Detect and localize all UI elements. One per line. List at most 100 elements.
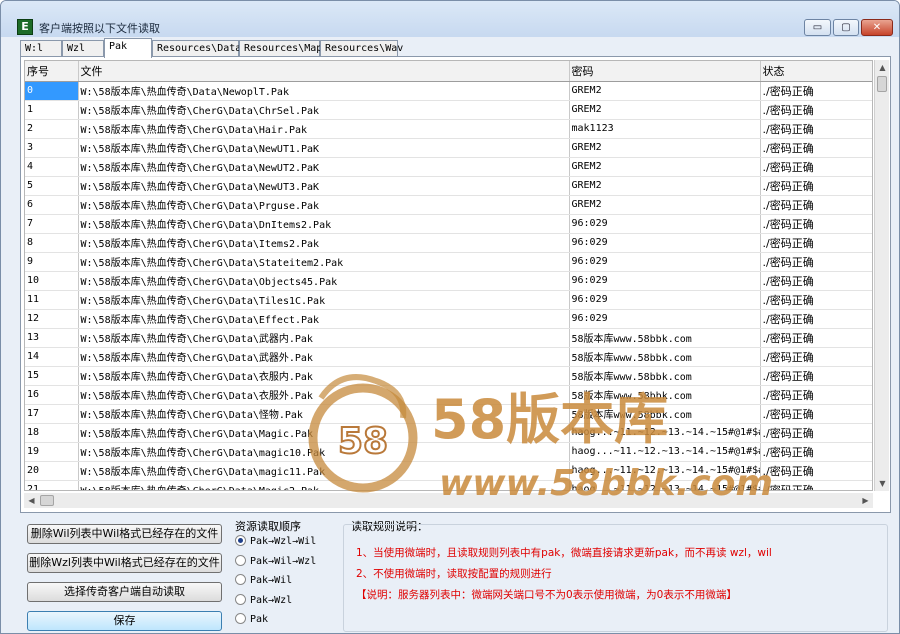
cell-file[interactable]: W:\58版本库\热血传奇\CherG\Data\Stateitem2.Pak: [78, 252, 570, 272]
cell-file[interactable]: W:\58版本库\热血传奇\CherG\Data\Prguse.Pak: [78, 195, 570, 215]
cell-password[interactable]: GREM2: [569, 100, 761, 120]
maximize-button[interactable]: ▢: [833, 19, 859, 36]
table-row[interactable]: 3 W:\58版本库\热血传奇\CherG\Data\NewUT1.PaK GREM…: [25, 138, 872, 158]
vertical-scrollbar[interactable]: ▲ ▼: [874, 60, 889, 491]
table-row[interactable]: 10 W:\58版本库\热血传奇\CherG\Data\Objects45.Pak…: [25, 271, 872, 291]
cell-file[interactable]: W:\58版本库\热血传奇\CherG\Data\衣服内.Pak: [78, 366, 570, 386]
cell-index[interactable]: 17: [25, 404, 79, 424]
cell-index[interactable]: 13: [25, 328, 79, 348]
cell-index[interactable]: 19: [25, 442, 79, 462]
radio-dot-icon[interactable]: [235, 613, 246, 624]
cell-status[interactable]: ./密码正确: [760, 404, 872, 424]
cell-password[interactable]: GREM2: [569, 81, 761, 101]
table-row[interactable]: 4 W:\58版本库\热血传奇\CherG\Data\NewUT2.PaK GREM…: [25, 157, 872, 177]
cell-status[interactable]: ./密码正确: [760, 271, 872, 291]
col-header-password[interactable]: 密码: [569, 61, 761, 82]
read-order-radio[interactable]: Pak→Wzl: [235, 593, 292, 609]
col-header-file[interactable]: 文件: [78, 61, 570, 82]
table-row[interactable]: 2 W:\58版本库\热血传奇\CherG\Data\Hair.Pak mak112…: [25, 119, 872, 139]
horizontal-scroll-thumb[interactable]: [40, 495, 54, 506]
table-row[interactable]: 8 W:\58版本库\热血传奇\CherG\Data\Items2.Pak 96:0…: [25, 233, 872, 253]
table-row[interactable]: 12 W:\58版本库\热血传奇\CherG\Data\Effect.Pak 96:…: [25, 309, 872, 329]
horizontal-scrollbar[interactable]: ◀ ▶: [24, 493, 873, 508]
cell-status[interactable]: ./密码正确: [760, 385, 872, 405]
table-row[interactable]: 17 W:\58版本库\热血传奇\CherG\Data\怪物.Pak 58版本库ww…: [25, 404, 872, 424]
cell-file[interactable]: W:\58版本库\热血传奇\CherG\Data\武器内.Pak: [78, 328, 570, 348]
tab-resources-map[interactable]: Resources\Map: [239, 40, 322, 57]
vertical-scroll-thumb[interactable]: [877, 76, 887, 92]
read-order-radio[interactable]: Pak: [235, 613, 268, 628]
cell-status[interactable]: ./密码正确: [760, 252, 872, 272]
cell-index[interactable]: 2: [25, 119, 79, 139]
col-header-status[interactable]: 状态: [760, 61, 872, 82]
tab-wzl[interactable]: Wzl: [62, 40, 104, 57]
cell-status[interactable]: ./密码正确: [760, 461, 872, 481]
cell-index[interactable]: 9: [25, 252, 79, 272]
table-row[interactable]: 1 W:\58版本库\热血传奇\CherG\Data\ChrSel.Pak GREM…: [25, 100, 872, 120]
cell-index[interactable]: 12: [25, 309, 79, 329]
cell-password[interactable]: haog...~11.~12.~13.~14.~15#@1#$#27: [569, 461, 761, 481]
cell-password[interactable]: 96:029: [569, 309, 761, 329]
cell-file[interactable]: W:\58版本库\热血传奇\CherG\Data\Objects45.Pak: [78, 271, 570, 291]
cell-status[interactable]: ./密码正确: [760, 195, 872, 215]
radio-dot-icon[interactable]: [235, 574, 246, 585]
cell-password[interactable]: 96:029: [569, 290, 761, 310]
cell-password[interactable]: GREM2: [569, 138, 761, 158]
cell-file[interactable]: W:\58版本库\热血传奇\CherG\Data\magic11.Pak: [78, 461, 570, 481]
cell-password[interactable]: 58版本库www.58bbk.com: [569, 328, 761, 348]
cell-index[interactable]: 7: [25, 214, 79, 234]
cell-status[interactable]: ./密码正确: [760, 423, 872, 443]
tab-resources-wav[interactable]: Resources\Wav: [320, 40, 403, 57]
cell-file[interactable]: W:\58版本库\热血传奇\CherG\Data\怪物.Pak: [78, 404, 570, 424]
cell-status[interactable]: ./密码正确: [760, 480, 872, 490]
delete-wil-button[interactable]: 删除Wil列表中Wil格式已经存在的文件: [27, 524, 222, 544]
cell-index[interactable]: 15: [25, 366, 79, 386]
read-order-radio[interactable]: Pak→Wil: [235, 574, 292, 589]
cell-password[interactable]: 58版本库www.58bbk.com: [569, 347, 761, 367]
cell-index[interactable]: 11: [25, 290, 79, 310]
cell-password[interactable]: 96:029: [569, 214, 761, 234]
cell-index[interactable]: 16: [25, 385, 79, 405]
table-row[interactable]: 18 W:\58版本库\热血传奇\CherG\Data\Magic.Pak haog…: [25, 423, 872, 443]
cell-status[interactable]: ./密码正确: [760, 347, 872, 367]
save-button[interactable]: 保存: [27, 611, 222, 631]
cell-index[interactable]: 18: [25, 423, 79, 443]
scroll-down-arrow-icon[interactable]: ▼: [875, 476, 890, 491]
table-row[interactable]: 19 W:\58版本库\热血传奇\CherG\Data\magic10.Pak ha…: [25, 442, 872, 462]
cell-file[interactable]: W:\58版本库\热血传奇\CherG\Data\衣服外.Pak: [78, 385, 570, 405]
table-row[interactable]: 9 W:\58版本库\热血传奇\CherG\Data\Stateitem2.Pak…: [25, 252, 872, 272]
cell-password[interactable]: GREM2: [569, 176, 761, 196]
cell-file[interactable]: W:\58版本库\热血传奇\CherG\Data\Effect.Pak: [78, 309, 570, 329]
radio-dot-icon[interactable]: [235, 554, 246, 566]
cell-file[interactable]: W:\58版本库\热血传奇\CherG\Data\NewUT1.PaK: [78, 138, 570, 158]
cell-status[interactable]: ./密码正确: [760, 290, 872, 310]
scroll-up-arrow-icon[interactable]: ▲: [875, 60, 890, 75]
minimize-button[interactable]: ▭: [804, 19, 831, 36]
cell-index[interactable]: 4: [25, 157, 79, 177]
cell-file[interactable]: W:\58版本库\热血传奇\CherG\Data\Hair.Pak: [78, 119, 570, 139]
close-button[interactable]: ✕: [861, 19, 893, 36]
cell-password[interactable]: 58版本库www.58bbk.com: [569, 404, 761, 424]
delete-wzl-button[interactable]: 删除Wzl列表中Wil格式已经存在的文件: [27, 553, 222, 573]
scroll-left-arrow-icon[interactable]: ◀: [24, 493, 39, 508]
tab-wil[interactable]: W:l: [20, 40, 62, 57]
cell-status[interactable]: ./密码正确: [760, 100, 872, 120]
cell-index[interactable]: 3: [25, 138, 79, 158]
cell-file[interactable]: W:\58版本库\热血传奇\CherG\Data\武器外.Pak: [78, 347, 570, 367]
auto-read-button[interactable]: 选择传奇客户端自动读取: [27, 582, 222, 602]
cell-file[interactable]: W:\58版本库\热血传奇\CherG\Data\Tiles1C.Pak: [78, 290, 570, 310]
cell-file[interactable]: W:\58版本库\热血传奇\Data\NewoplT.Pak: [78, 81, 570, 101]
cell-password[interactable]: 58版本库www.58bbk.com: [569, 385, 761, 405]
table-row[interactable]: 11 W:\58版本库\热血传奇\CherG\Data\Tiles1C.Pak 96…: [25, 290, 872, 310]
cell-password[interactable]: mak1123: [569, 119, 761, 139]
radio-dot-icon[interactable]: [235, 593, 246, 605]
table-row[interactable]: 16 W:\58版本库\热血传奇\CherG\Data\衣服外.Pak 58版本库w…: [25, 385, 872, 405]
table-row[interactable]: 5 W:\58版本库\热血传奇\CherG\Data\NewUT3.PaK GREM…: [25, 176, 872, 196]
table-row[interactable]: 21W:\58版本库\热血传奇\CherG\Data\Magic2.Pakhao…: [25, 480, 872, 490]
cell-status[interactable]: ./密码正确: [760, 81, 872, 101]
table-row[interactable]: 6 W:\58版本库\热血传奇\CherG\Data\Prguse.Pak GREM…: [25, 195, 872, 215]
table-row[interactable]: 0 W:\58版本库\热血传奇\Data\NewoplT.Pak GREM2 ./密码…: [25, 81, 872, 101]
tab-resources-data[interactable]: Resources\Data: [152, 40, 241, 57]
cell-status[interactable]: ./密码正确: [760, 119, 872, 139]
cell-file[interactable]: W:\58版本库\热血传奇\CherG\Data\NewUT2.PaK: [78, 157, 570, 177]
